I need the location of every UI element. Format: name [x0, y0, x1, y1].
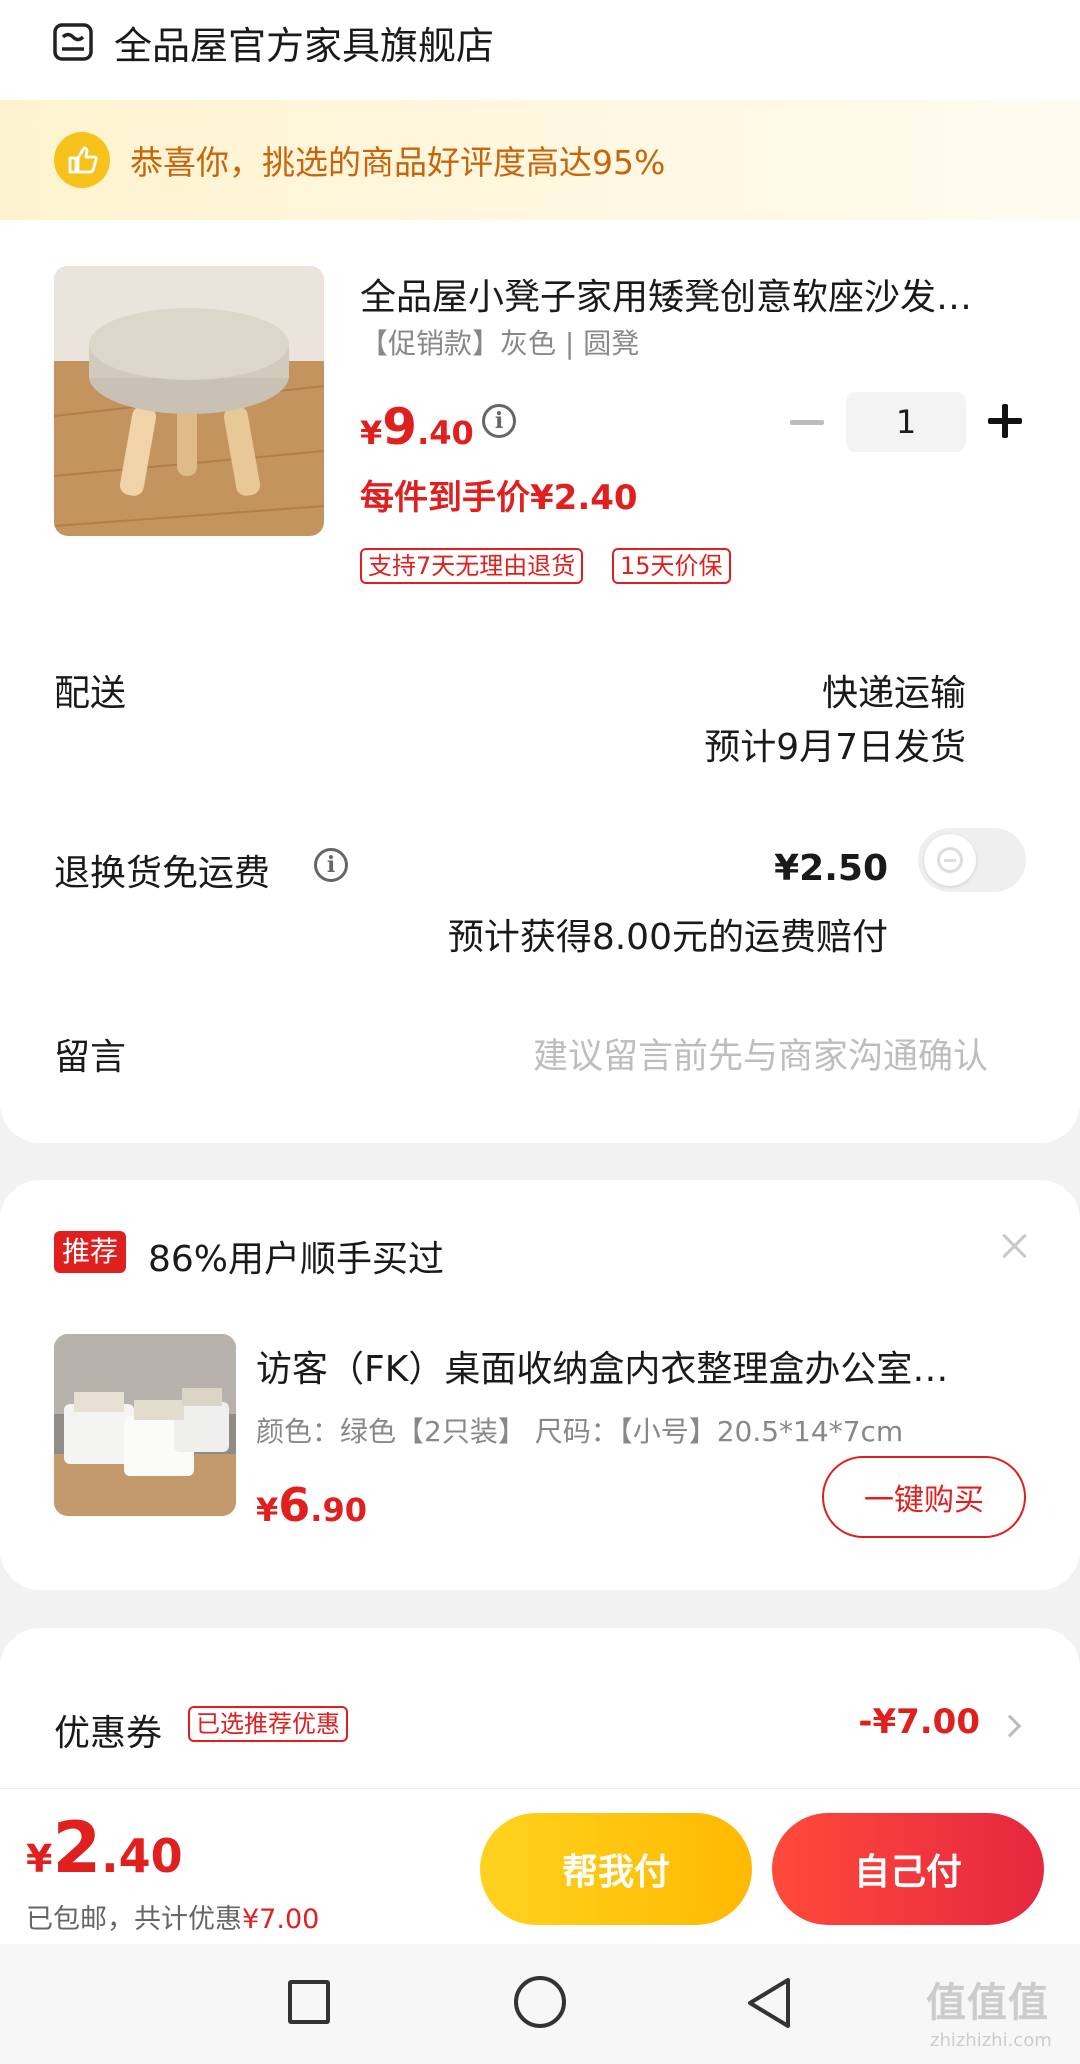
return-shipping-note: 预计获得8.00元的运费赔付 — [447, 917, 888, 958]
delivery-label: 配送 — [54, 673, 127, 714]
praise-banner: 恭喜你，挑选的商品好评度高达95% — [0, 100, 1080, 220]
recommend-title: 86%用户顺手买过 — [148, 1239, 445, 1280]
close-icon[interactable] — [998, 1230, 1030, 1262]
discount-amount: ¥7.00 — [242, 1904, 320, 1935]
tag-return-policy: 支持7天无理由退货 — [360, 548, 584, 584]
coupon-value: -¥7.00 — [858, 1702, 980, 1742]
price-symbol: ¥ — [256, 1491, 279, 1529]
recommend-badge: 推荐 — [54, 1231, 127, 1273]
store-header[interactable]: 全品屋官方家具旗舰店 — [52, 14, 494, 70]
chevron-right-icon — [998, 1714, 1022, 1738]
message-label: 留言 — [54, 1037, 127, 1078]
system-nav-bar — [0, 1944, 1080, 2064]
quantity-plus-button[interactable] — [988, 404, 1022, 438]
order-card: 全品屋官方家具旗舰店 恭喜你，挑选的商品好评度高达95% 全品屋小凳子家用矮凳创… — [0, 0, 1080, 1143]
home-icon[interactable] — [514, 1976, 566, 2028]
total-price: ¥ 2 .40 — [26, 1807, 183, 1889]
price-integer: 6 — [278, 1478, 311, 1532]
watermark: 值值值 — [926, 1980, 1049, 2026]
return-info-icon[interactable]: i — [314, 848, 348, 882]
coupon-label: 优惠券 — [54, 1713, 163, 1754]
toggle-knob — [924, 834, 976, 886]
delivery-method: 快递运输 — [821, 673, 966, 714]
coupon-card[interactable]: 优惠券 已选推荐优惠 -¥7.00 — [0, 1628, 1080, 1788]
delivery-estimate: 预计9月7日发货 — [704, 727, 966, 768]
thumbs-up-icon — [54, 132, 110, 188]
return-shipping-toggle[interactable] — [918, 828, 1026, 892]
price-integer: 9 — [382, 398, 418, 456]
product-spec[interactable]: 【促销款】灰色 | 圆凳 — [360, 322, 639, 362]
quantity-minus-button[interactable] — [790, 420, 824, 425]
quantity-input[interactable]: 1 — [846, 392, 966, 452]
store-icon — [53, 23, 93, 61]
recommend-product-price: ¥ 6 .90 — [256, 1478, 367, 1532]
price-info-icon[interactable]: i — [482, 404, 516, 438]
product-price: ¥ 9 .40 — [360, 398, 474, 456]
shipping-note-text: 已包邮，共计优惠 — [26, 1904, 242, 1935]
return-shipping-price: ¥2.50 — [774, 848, 888, 889]
unit-price: 每件到手价¥2.40 — [360, 478, 638, 518]
shipping-discount-note: 已包邮，共计优惠¥7.00 — [26, 1897, 319, 1936]
pay-bar: ¥ 2 .40 已包邮，共计优惠¥7.00 帮我付 自己付 — [0, 1788, 1080, 1944]
price-decimal: .90 — [310, 1491, 367, 1529]
price-decimal: .40 — [417, 414, 474, 452]
back-icon[interactable] — [744, 1976, 794, 2030]
recommend-product-image[interactable] — [54, 1334, 236, 1516]
praise-text: 恭喜你，挑选的商品好评度高达95% — [130, 143, 666, 182]
recent-apps-icon[interactable] — [288, 1980, 330, 2024]
tag-price-protect: 15天价保 — [612, 548, 731, 584]
return-shipping-label: 退换货免运费 — [54, 853, 271, 894]
help-me-pay-button[interactable]: 帮我付 — [480, 1813, 752, 1925]
total-symbol: ¥ — [26, 1837, 53, 1881]
total-integer: 2 — [52, 1807, 102, 1889]
coupon-tag: 已选推荐优惠 — [188, 1706, 348, 1742]
price-symbol: ¥ — [360, 414, 383, 452]
watermark-url: zhizhizhi.com — [930, 2030, 1052, 2051]
product-title[interactable]: 全品屋小凳子家用矮凳创意软座沙发… — [360, 268, 1030, 320]
recommend-card: 推荐 86%用户顺手买过 访客（FK）桌面收纳盒内衣整理盒办公室… 颜色：绿色【… — [0, 1180, 1080, 1590]
product-image[interactable] — [54, 266, 324, 536]
recommend-product-title[interactable]: 访客（FK）桌面收纳盒内衣整理盒办公室… — [256, 1340, 1016, 1392]
message-input[interactable]: 建议留言前先与商家沟通确认 — [533, 1028, 988, 1079]
recommend-product-spec: 颜色：绿色【2只装】 尺码：【小号】20.5*14*7cm — [256, 1415, 904, 1448]
store-name: 全品屋官方家具旗舰店 — [114, 23, 495, 68]
total-decimal: .40 — [101, 1829, 183, 1883]
self-pay-button[interactable]: 自己付 — [772, 1813, 1044, 1925]
one-click-buy-button[interactable]: 一键购买 — [822, 1456, 1026, 1538]
